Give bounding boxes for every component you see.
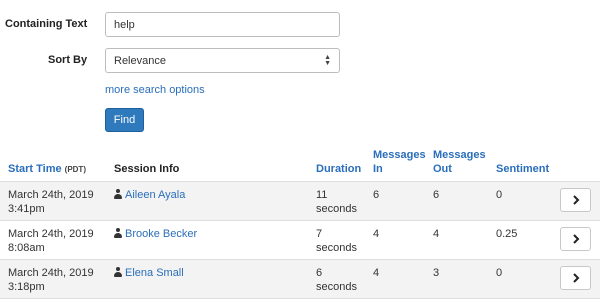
table-row: March 24th, 2019 8:08am Brooke Becker 7 … [0,220,600,260]
row-duration: 7 seconds [316,227,357,255]
row-duration-unit: seconds [316,203,357,215]
row-messages-out: 3 [433,267,440,279]
row-sentiment: 0.25 [496,228,518,240]
row-messages-in: 6 [373,189,380,201]
table-bottom-border [0,298,600,299]
sort-by-label: Sort By [48,54,88,66]
user-icon [114,228,122,238]
row-duration: 6 seconds [316,266,357,294]
chevron-right-icon [572,195,579,205]
session-user-link[interactable]: Aileen Ayala [125,189,185,201]
view-session-button[interactable] [560,188,591,212]
header-messages-out-line1: Messages [433,149,486,161]
row-start-time: March 24th, 2019 3:18pm [8,266,94,294]
row-session-info: Aileen Ayala [114,188,185,202]
header-sentiment[interactable]: Sentiment [496,162,549,176]
row-duration: 11 seconds [316,188,357,216]
row-duration-unit: seconds [316,242,357,254]
user-icon [114,189,122,199]
row-messages-in: 4 [373,267,380,279]
row-time: 3:41pm [8,203,45,215]
header-duration[interactable]: Duration [316,162,361,176]
row-duration-value: 11 [316,189,328,201]
view-session-button[interactable] [560,227,591,251]
row-time: 8:08am [8,242,45,254]
header-messages-in-line1: Messages [373,149,426,161]
row-date: March 24th, 2019 [8,189,94,201]
chevron-right-icon [572,273,579,283]
row-time: 3:18pm [8,281,45,293]
sort-arrows-icon: ▲ ▼ [324,53,331,67]
sort-by-value: Relevance [114,54,166,67]
row-start-time: March 24th, 2019 8:08am [8,227,94,255]
more-search-options-link[interactable]: more search options [105,84,205,96]
chevron-right-icon [572,234,579,244]
find-button[interactable]: Find [105,108,144,132]
header-messages-out[interactable]: Messages Out [433,148,486,176]
view-session-button[interactable] [560,266,591,290]
row-date: March 24th, 2019 [8,228,94,240]
row-messages-out: 6 [433,189,440,201]
table-row: March 24th, 2019 3:41pm Aileen Ayala 11 … [0,181,600,221]
sort-by-select[interactable]: Relevance ▲ ▼ [105,48,340,73]
header-messages-in-line2: In [373,163,383,175]
row-sentiment: 0 [496,267,503,279]
header-start-time-tz: (PDT) [64,165,86,174]
row-messages-out: 4 [433,228,440,240]
header-session-info: Session Info [114,163,180,175]
header-messages-out-line2: Out [433,163,452,175]
header-start-time[interactable]: Start Time (PDT) [8,162,86,177]
row-date: March 24th, 2019 [8,267,94,279]
row-start-time: March 24th, 2019 3:41pm [8,188,94,216]
row-session-info: Brooke Becker [114,227,197,241]
row-sentiment: 0 [496,189,503,201]
row-duration-unit: seconds [316,281,357,293]
containing-text-input[interactable] [105,12,340,37]
row-duration-value: 6 [316,267,323,279]
header-start-time-label: Start Time [8,163,62,175]
row-session-info: Elena Small [114,266,184,280]
header-messages-in[interactable]: Messages In [373,148,426,176]
row-messages-in: 4 [373,228,380,240]
session-user-link[interactable]: Brooke Becker [125,228,197,240]
row-duration-value: 7 [316,228,323,240]
user-icon [114,267,122,277]
table-row: March 24th, 2019 3:18pm Elena Small 6 se… [0,259,600,299]
session-user-link[interactable]: Elena Small [125,267,184,279]
containing-text-label: Containing Text [5,18,88,30]
